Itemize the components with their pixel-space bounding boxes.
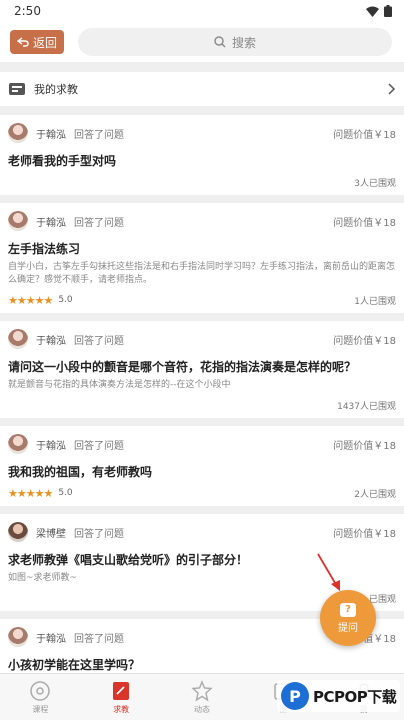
wifi-icon xyxy=(366,6,379,17)
back-button[interactable]: 返回 xyxy=(10,30,64,54)
question-bubble-icon: ? xyxy=(340,602,356,617)
question-description: 就是颤音与花指的具体演奏方法是怎样的--在这个小段中 xyxy=(8,380,231,390)
author-name: 于翰泓 xyxy=(36,129,66,141)
rating-score: 5.0 xyxy=(58,295,73,305)
avatar[interactable] xyxy=(8,627,28,647)
answer-action: 回答了问题 xyxy=(74,528,124,540)
rating-stars: ★★★★★ xyxy=(8,293,53,307)
card-header: 于翰泓 回答了问题 问题价值￥18 xyxy=(8,123,396,143)
card-header: 于翰泓 回答了问题 问题价值￥18 xyxy=(8,329,396,349)
author-name: 于翰泓 xyxy=(36,335,66,347)
view-count: 1人已围观 xyxy=(354,296,396,307)
card-footer: ★★★★★ 5.0 1人已围观 xyxy=(8,293,396,307)
view-count: 2人已围观 xyxy=(354,489,396,500)
author-name: 梁博壁 xyxy=(36,528,66,540)
question-card[interactable]: 于翰泓 回答了问题 问题价值￥18 我和我的祖国，有老师教吗 ★★★★★ 5.0… xyxy=(0,426,404,506)
ask-question-button[interactable]: ? 提问 xyxy=(320,590,376,646)
avatar[interactable] xyxy=(8,329,28,349)
disc-icon xyxy=(29,680,51,702)
card-header: 于翰泓 回答了问题 问题价值￥18 xyxy=(8,211,396,231)
view-count: 1437人已围观 xyxy=(337,401,396,412)
top-bar: 返回 搜索 xyxy=(0,22,404,62)
watermark-text: PCPOP下载 xyxy=(313,687,397,706)
avatar[interactable] xyxy=(8,434,28,454)
back-label: 返回 xyxy=(32,35,57,50)
search-placeholder: 搜索 xyxy=(231,35,256,50)
card-header: 梁博壁 回答了问题 问题价值￥18 xyxy=(8,522,396,542)
nav-help-label: 求教 xyxy=(113,704,130,714)
card-footer: 1437人已围观 xyxy=(8,398,396,412)
view-count: 3人已围观 xyxy=(354,178,396,189)
chevron-right-icon xyxy=(388,83,396,95)
question-title: 老师看我的手型对吗 xyxy=(8,154,117,168)
question-title: 请问这一小段中的颤音是哪个音符，花指的指法演奏是怎样的呢？ xyxy=(8,360,357,374)
question-description: 自学小白，古筝左手勾抹托这些指法是和右手指法同时学习吗？左手练习指法，离前岳山的… xyxy=(8,262,396,285)
card-footer: 3人已围观 xyxy=(8,175,396,189)
back-arrow-icon xyxy=(16,37,29,47)
battery-icon xyxy=(384,5,392,17)
avatar[interactable] xyxy=(8,211,28,231)
search-bar[interactable]: 搜索 xyxy=(78,28,392,56)
avatar[interactable] xyxy=(8,123,28,143)
pcpop-logo-icon: P xyxy=(281,682,309,710)
rating-score: 5.0 xyxy=(58,488,73,498)
nav-courses[interactable]: 课程 xyxy=(10,680,70,715)
question-card[interactable]: 于翰泓 回答了问题 问题价值￥18 左手指法练习 自学小白，古筝左手勾抹托这些指… xyxy=(0,203,404,313)
nav-feed[interactable]: 动态 xyxy=(172,679,232,715)
question-value: 问题价值￥18 xyxy=(333,217,396,229)
question-card[interactable]: 于翰泓 回答了问题 问题价值￥18 老师看我的手型对吗 3人已围观 xyxy=(0,115,404,195)
author-name: 于翰泓 xyxy=(36,217,66,229)
author-name: 于翰泓 xyxy=(36,633,66,645)
question-value: 问题价值￥18 xyxy=(333,129,396,141)
card-footer: ★★★★★ 5.0 2人已围观 xyxy=(8,486,396,500)
question-title: 我和我的祖国，有老师教吗 xyxy=(8,465,153,479)
search-icon xyxy=(214,36,226,48)
annotation-arrow-icon xyxy=(317,553,340,591)
status-icons xyxy=(366,5,392,17)
answer-action: 回答了问题 xyxy=(74,129,124,141)
card-header: 于翰泓 回答了问题 问题价值￥18 xyxy=(8,434,396,454)
avatar[interactable] xyxy=(8,522,28,542)
message-icon xyxy=(9,83,25,95)
answer-action: 回答了问题 xyxy=(74,335,124,347)
question-value: 问题价值￥18 xyxy=(333,335,396,347)
answer-action: 回答了问题 xyxy=(74,217,124,229)
nav-help[interactable]: 求教 xyxy=(91,680,151,715)
answer-action: 回答了问题 xyxy=(74,633,124,645)
question-value: 问题价值￥18 xyxy=(333,440,396,452)
question-title: 小孩初学能在这里学吗？ xyxy=(8,658,141,672)
my-help-row[interactable]: 我的求教 xyxy=(0,72,404,106)
my-help-label: 我的求教 xyxy=(34,83,78,96)
question-title: 左手指法练习 xyxy=(8,242,81,256)
question-card[interactable]: 于翰泓 回答了问题 问题价值￥18 请问这一小段中的颤音是哪个音符，花指的指法演… xyxy=(0,321,404,418)
ask-question-label: 提问 xyxy=(338,622,358,634)
help-doc-icon xyxy=(110,680,132,702)
star-icon xyxy=(191,679,213,702)
answer-action: 回答了问题 xyxy=(74,440,124,452)
question-value: 问题价值￥18 xyxy=(333,528,396,540)
status-time: 2:50 xyxy=(14,4,41,18)
view-count: 已围观 xyxy=(368,594,396,605)
author-name: 于翰泓 xyxy=(36,440,66,452)
rating-stars: ★★★★★ xyxy=(8,486,53,500)
pcpop-watermark: P PCPOP下载 xyxy=(277,680,401,712)
nav-feed-label: 动态 xyxy=(193,704,210,714)
nav-courses-label: 课程 xyxy=(32,704,49,714)
status-bar: 2:50 xyxy=(0,0,404,22)
